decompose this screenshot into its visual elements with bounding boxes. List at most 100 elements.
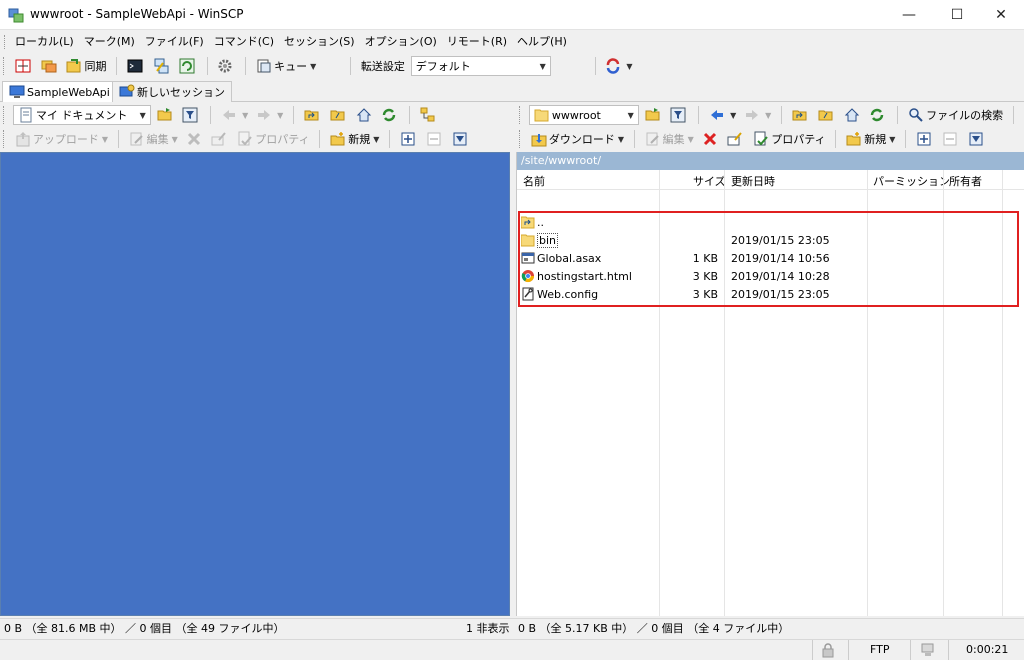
local-unselect-button[interactable] bbox=[424, 128, 446, 150]
minimize-button[interactable]: — bbox=[886, 0, 932, 30]
refresh-icon bbox=[381, 107, 397, 123]
column-owner[interactable]: 所有者 bbox=[949, 173, 982, 189]
menu-file[interactable]: ファイル(F) bbox=[140, 31, 209, 53]
queue-button[interactable]: キュー ▼ bbox=[254, 55, 318, 77]
local-back-button[interactable]: ▼ bbox=[219, 104, 250, 126]
synchronize-button[interactable]: 同期 bbox=[64, 55, 108, 77]
chevron-down-icon: ▼ bbox=[373, 134, 380, 144]
menu-mark[interactable]: マーク(M) bbox=[79, 31, 140, 53]
folder-icon bbox=[534, 107, 550, 123]
local-open-folder-button[interactable] bbox=[155, 104, 177, 126]
local-tree-button[interactable] bbox=[418, 104, 440, 126]
remote-root-dir-button[interactable] bbox=[816, 104, 838, 126]
remote-rename-button[interactable] bbox=[725, 128, 747, 150]
toolbar-grip bbox=[3, 106, 6, 124]
protocol-label: FTP bbox=[870, 643, 890, 656]
preferences-button[interactable] bbox=[215, 55, 237, 77]
tab-new-session[interactable]: 新しいセッション bbox=[112, 81, 232, 102]
toolbar-separator bbox=[389, 130, 391, 148]
filter-icon bbox=[670, 107, 686, 123]
download-button[interactable]: ダウンロード ▼ bbox=[529, 128, 626, 150]
local-refresh-button[interactable] bbox=[379, 104, 401, 126]
column-size[interactable]: サイズ bbox=[693, 173, 726, 189]
synchronize-browsing-button[interactable] bbox=[39, 55, 61, 77]
menu-options[interactable]: オプション(O) bbox=[360, 31, 442, 53]
chevron-down-icon: ▼ bbox=[626, 61, 633, 71]
local-root-dir-button[interactable] bbox=[328, 104, 350, 126]
menu-help[interactable]: ヘルプ(H) bbox=[512, 31, 572, 53]
transfer-settings-select[interactable]: デフォルト ▼ bbox=[410, 56, 551, 76]
toolbar-separator bbox=[206, 57, 208, 75]
remote-unselect-button[interactable] bbox=[940, 128, 962, 150]
arrow-right-icon bbox=[256, 107, 272, 123]
maximize-button[interactable]: ☐ bbox=[934, 0, 980, 30]
status-divider bbox=[812, 640, 813, 660]
remote-path-bar: /site/wwwroot/ bbox=[517, 152, 1024, 170]
remote-parent-dir-button[interactable] bbox=[790, 104, 812, 126]
remote-file-list[interactable]: 名前 サイズ 更新日時 パーミッション 所有者 .. bin 2019/01/1… bbox=[517, 170, 1024, 616]
remote-back-button[interactable]: ▼ bbox=[707, 104, 738, 126]
refresh-screen-button[interactable] bbox=[177, 55, 199, 77]
toolbar-grip bbox=[519, 106, 522, 124]
menu-grip bbox=[4, 35, 7, 49]
chevron-down-icon: ▼ bbox=[889, 134, 896, 144]
column-modified[interactable]: 更新日時 bbox=[731, 173, 775, 189]
remote-address-toolbar: wwwroot ▼ ▼ ▼ ファイルの検索 bbox=[516, 102, 1024, 146]
remote-location-select[interactable]: wwwroot ▼ bbox=[528, 105, 639, 125]
remote-forward-button[interactable]: ▼ bbox=[742, 104, 773, 126]
sync-folders-icon bbox=[41, 58, 57, 74]
local-filter-button[interactable] bbox=[180, 104, 202, 126]
local-hidden-count[interactable]: 1 非表示 bbox=[466, 619, 510, 639]
find-files-button[interactable]: ファイルの検索 bbox=[906, 104, 1005, 126]
local-location-select[interactable]: マイ ドキュメント ▼ bbox=[12, 105, 151, 125]
column-permissions[interactable]: パーミッション bbox=[873, 173, 950, 189]
local-edit-button[interactable]: 編集 ▼ bbox=[127, 128, 180, 150]
properties-icon bbox=[237, 131, 253, 147]
tab-samplewebapi[interactable]: SampleWebApi bbox=[2, 81, 117, 102]
local-new-button[interactable]: 新規 ▼ bbox=[328, 128, 381, 150]
local-delete-button[interactable] bbox=[184, 128, 206, 150]
upload-button[interactable]: アップロード ▼ bbox=[13, 128, 110, 150]
remote-properties-button[interactable]: プロパティ bbox=[751, 128, 827, 150]
queue-label: キュー bbox=[274, 60, 308, 73]
terminal-button[interactable] bbox=[125, 55, 147, 77]
local-filter-select-button[interactable] bbox=[450, 128, 472, 150]
putty-icon bbox=[153, 58, 169, 74]
transfer-settings-label: 転送設定 bbox=[360, 60, 405, 73]
new-label: 新規 bbox=[348, 133, 371, 146]
delete-icon bbox=[702, 131, 718, 147]
remote-delete-button[interactable] bbox=[700, 128, 722, 150]
column-name[interactable]: 名前 bbox=[523, 173, 545, 189]
upload-label: アップロード bbox=[32, 133, 99, 146]
toolbar-separator bbox=[905, 130, 907, 148]
remote-filter-button[interactable] bbox=[668, 104, 690, 126]
menu-command[interactable]: コマンド(C) bbox=[209, 31, 279, 53]
remote-refresh-button[interactable] bbox=[867, 104, 889, 126]
close-button[interactable]: ✕ bbox=[978, 0, 1024, 30]
synchronize-dropdown-button[interactable]: ▼ bbox=[603, 55, 634, 77]
chevron-down-icon: ▼ bbox=[242, 110, 249, 120]
local-file-panel[interactable] bbox=[0, 152, 510, 616]
remote-open-folder-button[interactable] bbox=[643, 104, 665, 126]
compare-dirs-button[interactable] bbox=[13, 55, 35, 77]
rename-icon bbox=[727, 131, 743, 147]
putty-button[interactable] bbox=[151, 55, 173, 77]
remote-edit-button[interactable]: 編集 ▼ bbox=[643, 128, 696, 150]
local-properties-button[interactable]: プロパティ bbox=[235, 128, 311, 150]
root-folder-icon bbox=[330, 107, 346, 123]
menu-local[interactable]: ローカル(L) bbox=[10, 31, 79, 53]
remote-new-button[interactable]: 新規 ▼ bbox=[844, 128, 897, 150]
remote-commands-toolbar: ダウンロード ▼ 編集 ▼ プロパティ 新規 ▼ bbox=[516, 126, 1024, 152]
local-select-button[interactable] bbox=[398, 128, 420, 150]
local-rename-button[interactable] bbox=[209, 128, 231, 150]
local-parent-dir-button[interactable] bbox=[302, 104, 324, 126]
menu-session[interactable]: セッション(S) bbox=[279, 31, 360, 53]
remote-filter-select-button[interactable] bbox=[966, 128, 988, 150]
remote-home-button[interactable] bbox=[842, 104, 864, 126]
download-icon bbox=[531, 131, 547, 147]
local-forward-button[interactable]: ▼ bbox=[254, 104, 285, 126]
local-home-button[interactable] bbox=[354, 104, 376, 126]
menu-remote[interactable]: リモート(R) bbox=[442, 31, 512, 53]
status-divider bbox=[948, 640, 949, 660]
remote-select-button[interactable] bbox=[914, 128, 936, 150]
